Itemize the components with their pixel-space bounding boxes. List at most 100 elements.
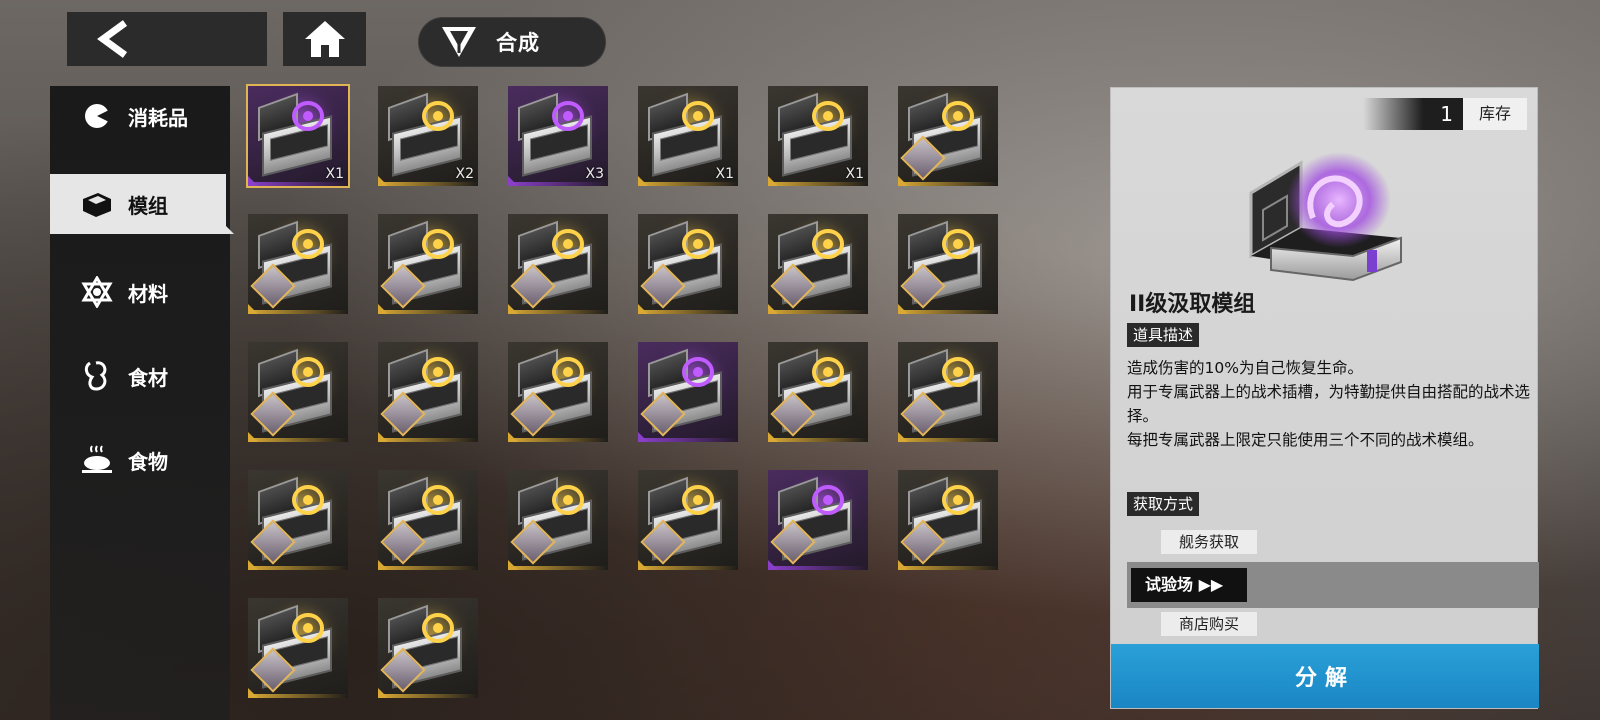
rarity-corner <box>248 432 258 442</box>
module-item[interactable]: X2 <box>378 86 478 186</box>
decompose-button[interactable]: 分解 <box>1111 644 1539 708</box>
rarity-corner <box>378 560 388 570</box>
rarity-corner <box>638 304 648 314</box>
rarity-bar <box>638 310 738 314</box>
module-item[interactable] <box>508 214 608 314</box>
module-item[interactable] <box>378 598 478 698</box>
rarity-bar <box>638 182 738 186</box>
sidebar-item-label: 材料 <box>128 281 168 306</box>
source-fleet-duty: 舰务获取 <box>1161 530 1257 554</box>
module-item[interactable]: X1 <box>768 86 868 186</box>
item-quantity: X1 <box>845 166 865 182</box>
item-detail-panel: 1 库存 II级汲取模组 道具描述 造成伤害的10%为自己恢复生命。 用于专属武… <box>1110 87 1539 709</box>
triangle-emblem-icon <box>442 27 476 57</box>
module-item[interactable] <box>768 470 868 570</box>
rarity-corner <box>248 176 258 186</box>
module-item[interactable] <box>638 214 738 314</box>
module-emblem-icon <box>422 357 454 387</box>
category-sidebar: 消耗品 模组 材料 食材 食物 <box>50 86 234 720</box>
module-item[interactable] <box>898 342 998 442</box>
sidebar-item-modules[interactable]: 模组 <box>50 174 234 234</box>
module-item[interactable]: X3 <box>508 86 608 186</box>
source-tag: 获取方式 <box>1127 492 1200 516</box>
rarity-corner <box>248 304 258 314</box>
rarity-bar <box>378 694 478 698</box>
rarity-corner <box>508 560 518 570</box>
rarity-corner <box>378 688 388 698</box>
module-item[interactable] <box>508 342 608 442</box>
module-item[interactable] <box>378 214 478 314</box>
rarity-corner <box>378 176 388 186</box>
trial-ground-button[interactable]: 试验场 ▶▶ <box>1131 568 1247 602</box>
module-item[interactable] <box>248 342 348 442</box>
sidebar-item-consumables[interactable]: 消耗品 <box>50 86 230 146</box>
material-icon <box>80 275 114 309</box>
module-emblem-icon <box>682 229 714 259</box>
item-quantity: X1 <box>715 166 735 182</box>
module-emblem-icon <box>552 229 584 259</box>
module-item[interactable] <box>898 86 998 186</box>
module-emblem-icon <box>422 101 454 131</box>
sidebar-item-label: 消耗品 <box>128 105 188 130</box>
module-item[interactable] <box>638 342 738 442</box>
consumable-icon <box>80 99 114 133</box>
rarity-bar <box>768 182 868 186</box>
sidebar-item-food[interactable]: 食物 <box>50 430 230 490</box>
module-item[interactable] <box>768 214 868 314</box>
rarity-bar <box>508 310 608 314</box>
page-title: 合成 <box>496 31 540 55</box>
module-item[interactable] <box>248 470 348 570</box>
rarity-corner <box>898 176 908 186</box>
module-item[interactable] <box>378 470 478 570</box>
rarity-bar <box>378 566 478 570</box>
stock-count: 1 <box>1363 98 1463 130</box>
module-item[interactable] <box>898 470 998 570</box>
rarity-corner <box>898 432 908 442</box>
module-item[interactable] <box>248 598 348 698</box>
module-emblem-icon <box>812 485 844 515</box>
module-emblem-icon <box>682 101 714 131</box>
module-item[interactable]: X1 <box>638 86 738 186</box>
rarity-bar <box>378 182 478 186</box>
rarity-bar <box>248 438 348 442</box>
module-item[interactable] <box>638 470 738 570</box>
module-item[interactable] <box>508 470 608 570</box>
module-emblem-icon <box>552 485 584 515</box>
sidebar-item-materials[interactable]: 材料 <box>50 262 230 322</box>
rarity-corner <box>248 560 258 570</box>
rarity-corner <box>508 432 518 442</box>
item-quantity: X3 <box>585 166 605 182</box>
description-line: 每把专属武器上限定只能使用三个不同的战术模组。 <box>1127 431 1484 449</box>
module-item[interactable]: X1 <box>246 84 350 188</box>
module-emblem-icon <box>552 101 584 131</box>
module-emblem-icon <box>942 101 974 131</box>
description-tag: 道具描述 <box>1127 323 1200 347</box>
module-item[interactable] <box>898 214 998 314</box>
rarity-bar <box>508 438 608 442</box>
rarity-corner <box>768 560 778 570</box>
rarity-bar <box>768 310 868 314</box>
item-description: 造成伤害的10%为自己恢复生命。 用于专属武器上的战术插槽，为特勤提供自由搭配的… <box>1127 356 1537 452</box>
rarity-bar <box>508 566 608 570</box>
rarity-corner <box>508 176 518 186</box>
sidebar-item-label: 食材 <box>128 365 168 390</box>
sidebar-item-ingredients[interactable]: 食材 <box>50 346 230 406</box>
food-icon <box>80 443 114 477</box>
rarity-corner <box>248 688 258 698</box>
home-button[interactable] <box>283 12 366 66</box>
back-button[interactable] <box>67 12 267 66</box>
rarity-bar <box>248 310 348 314</box>
module-item[interactable] <box>768 342 868 442</box>
rarity-bar <box>638 566 738 570</box>
rarity-bar <box>378 310 478 314</box>
rarity-corner <box>768 176 778 186</box>
ingredient-icon <box>80 359 114 393</box>
rarity-corner <box>768 304 778 314</box>
module-item[interactable] <box>248 214 348 314</box>
module-item[interactable] <box>378 342 478 442</box>
sidebar-item-label: 模组 <box>128 193 168 218</box>
module-emblem-icon <box>682 357 714 387</box>
module-emblem-icon <box>552 357 584 387</box>
rarity-corner <box>898 560 908 570</box>
module-emblem-icon <box>292 613 324 643</box>
